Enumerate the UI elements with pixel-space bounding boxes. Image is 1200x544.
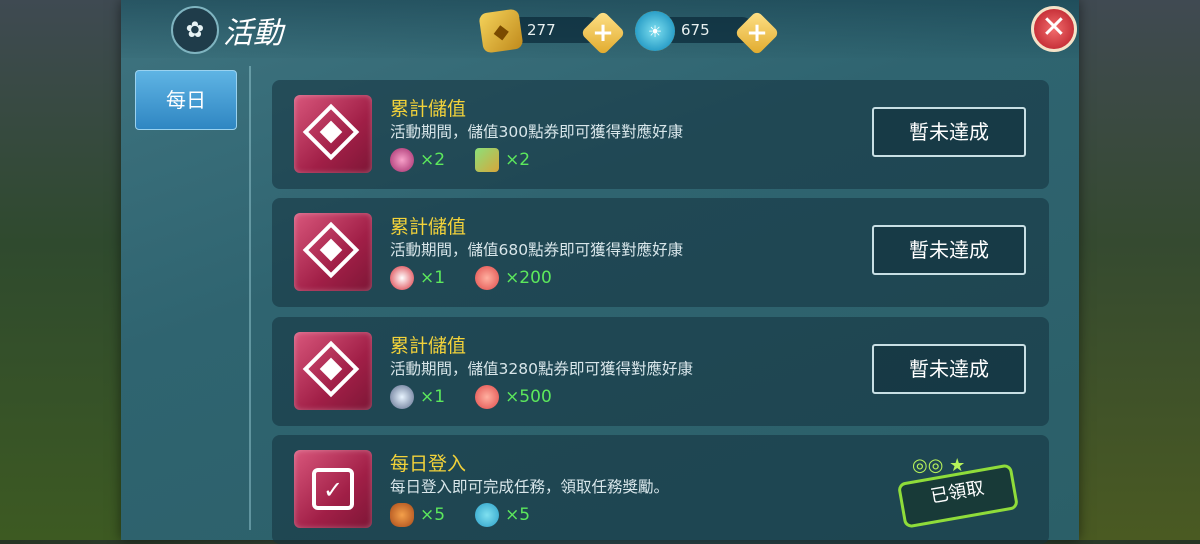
reward-count: ×2 [505, 150, 531, 170]
reward-list: ×1 ×500 [390, 385, 582, 409]
sidebar-divider [249, 66, 251, 530]
card-description: 活動期間，儲值3280點券即可獲得對應好康 [390, 360, 693, 378]
panel-header: ✿ 活動 ◆ 277 + ☀ 675 + ✕ [121, 0, 1079, 58]
reward-list: ×5 ×5 [390, 503, 560, 527]
coin-counter: ☀ 675 + [635, 10, 780, 56]
card-title: 累計儲值 [390, 335, 467, 357]
reward-count: ×5 [420, 505, 446, 525]
coin-amount: 675 [681, 21, 710, 39]
coin-reward-icon [475, 503, 500, 527]
card-description: 活動期間，儲值680點券即可獲得對應好康 [390, 241, 684, 259]
reward-item[interactable]: ×2 [390, 148, 445, 172]
reward-item[interactable]: ×5 [475, 503, 530, 527]
balloon-icon: ✿ [171, 6, 219, 54]
gem-counter: ◆ 277 + [478, 8, 626, 56]
diamond-emblem-icon [294, 332, 372, 410]
reward-count: ×1 [420, 268, 446, 288]
crystal-reward-icon [390, 148, 414, 172]
activity-card: ✓ 每日登入 每日登入即可完成任務，領取任務獎勵。 ×5 ×5 ◎◎ ★ 已領取 [272, 435, 1049, 544]
reward-count: ×500 [505, 387, 552, 407]
creature-reward-icon [390, 266, 414, 290]
reward-count: ×1 [420, 387, 446, 407]
tab-daily[interactable]: 每日 [135, 70, 237, 130]
background-right [1070, 0, 1200, 540]
card-title: 累計儲值 [390, 98, 467, 120]
activity-card: 累計儲值 活動期間，儲值300點券即可獲得對應好康 ×2 ×2 暫未達成 [272, 80, 1049, 189]
page-title: 活動 [223, 16, 283, 51]
diamond-emblem-icon [294, 213, 372, 291]
status-button[interactable]: 暫未達成 [872, 225, 1026, 275]
reward-count: ×2 [420, 150, 446, 170]
gift-box-icon [475, 148, 500, 172]
gem-amount: 277 [527, 21, 556, 39]
wing-reward-icon [390, 385, 414, 409]
status-button[interactable]: 暫未達成 [872, 344, 1026, 394]
status-button[interactable]: 暫未達成 [872, 107, 1026, 157]
reward-item[interactable]: ×5 [390, 503, 445, 527]
calendar-check-icon: ✓ [294, 450, 372, 528]
card-title: 每日登入 [390, 453, 467, 475]
activity-panel: ✿ 活動 ◆ 277 + ☀ 675 + ✕ 每日 累計儲值 活動期間，儲值30… [121, 0, 1079, 544]
reward-item[interactable]: ×1 [390, 266, 445, 290]
reward-item[interactable]: ×1 [390, 385, 445, 409]
diamond-emblem-icon [294, 95, 372, 173]
reward-item[interactable]: ×2 [475, 148, 530, 172]
gem-icon: ◆ [478, 8, 524, 54]
reward-list: ×1 ×200 [390, 266, 582, 290]
activity-card: 累計儲值 活動期間，儲值680點券即可獲得對應好康 ×1 ×200 暫未達成 [272, 198, 1049, 307]
food-reward-icon [390, 503, 414, 527]
close-button[interactable]: ✕ [1031, 6, 1077, 52]
add-coins-button[interactable]: + [734, 10, 780, 56]
card-title: 累計儲值 [390, 216, 467, 238]
reward-count: ×5 [505, 505, 531, 525]
reward-list: ×2 ×2 [390, 148, 560, 172]
background-left [0, 0, 130, 540]
activity-card: 累計儲值 活動期間，儲值3280點券即可獲得對應好康 ×1 ×500 暫未達成 [272, 317, 1049, 426]
card-description: 活動期間，儲值300點券即可獲得對應好康 [390, 123, 684, 141]
coin-icon: ☀ [635, 11, 675, 51]
candy-reward-icon [475, 266, 500, 290]
reward-item[interactable]: ×500 [475, 385, 552, 409]
card-description: 每日登入即可完成任務，領取任務獎勵。 [390, 478, 670, 496]
add-gems-button[interactable]: + [580, 10, 626, 56]
reward-count: ×200 [505, 268, 552, 288]
candy-reward-icon [475, 385, 500, 409]
reward-item[interactable]: ×200 [475, 266, 552, 290]
